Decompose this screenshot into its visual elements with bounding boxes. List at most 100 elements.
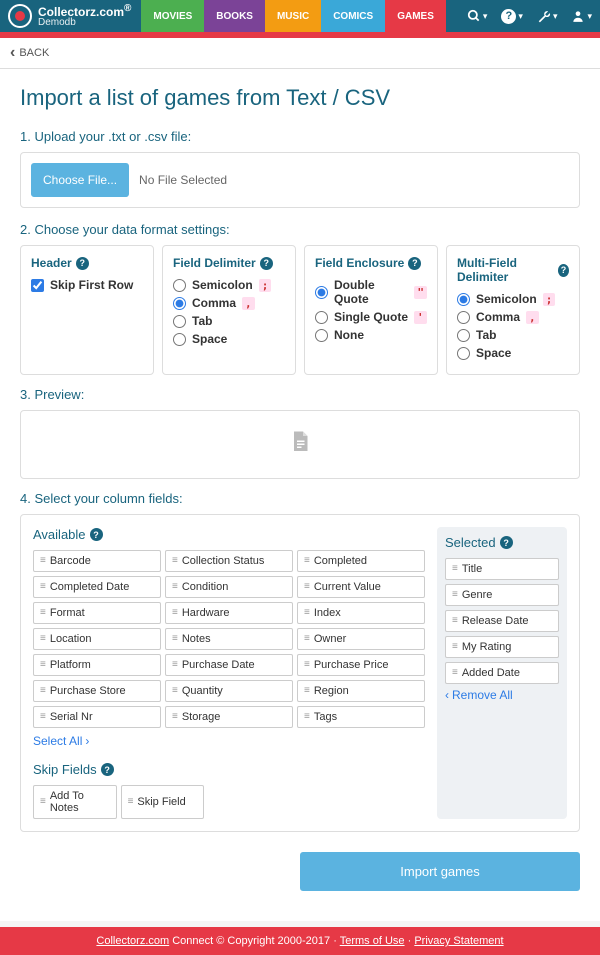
drag-handle-icon: ≡ [304, 686, 310, 696]
drag-handle-icon: ≡ [452, 564, 458, 574]
step3-title: 3. Preview: [20, 387, 580, 402]
field-collection-status[interactable]: ≡Collection Status [165, 550, 293, 572]
column-fields-panel: Available? ≡Barcode≡Collection Status≡Co… [20, 514, 580, 832]
field-barcode[interactable]: ≡Barcode [33, 550, 161, 572]
field-format[interactable]: ≡Format [33, 602, 161, 624]
help-icon[interactable]: ?▾ [501, 9, 523, 24]
help-icon[interactable]: ? [260, 257, 273, 270]
drag-handle-icon: ≡ [40, 582, 46, 592]
drag-handle-icon: ≡ [40, 556, 46, 566]
tab-games[interactable]: GAMES [385, 0, 446, 32]
back-button[interactable]: ‹ BACK [0, 38, 600, 69]
top-bar: Collectorz.com® Demodb MOVIES BOOKS MUSI… [0, 0, 600, 32]
chevron-left-icon: ‹ [445, 688, 449, 702]
field-title[interactable]: ≡Title [445, 558, 559, 580]
back-label: BACK [19, 47, 49, 59]
drag-handle-icon: ≡ [128, 797, 134, 807]
logo-icon [8, 4, 32, 28]
field-current-value[interactable]: ≡Current Value [297, 576, 425, 598]
field-owner[interactable]: ≡Owner [297, 628, 425, 650]
privacy-link[interactable]: Privacy Statement [414, 935, 503, 947]
footer-brand-link[interactable]: Collectorz.com [96, 935, 169, 947]
field-purchase-date[interactable]: ≡Purchase Date [165, 654, 293, 676]
nav-tabs: MOVIES BOOKS MUSIC COMICS GAMES [141, 0, 445, 32]
help-icon[interactable]: ? [101, 763, 114, 776]
field-region[interactable]: ≡Region [297, 680, 425, 702]
chevron-left-icon: ‹ [10, 44, 15, 62]
help-icon[interactable]: ? [408, 257, 421, 270]
field-delimiter-box: Field Delimiter? Semicolon ;Comma ,TabSp… [162, 245, 296, 375]
drag-handle-icon: ≡ [172, 634, 178, 644]
preview-panel [20, 410, 580, 479]
select-all-link[interactable]: Select All › [33, 734, 425, 748]
help-icon[interactable]: ? [500, 536, 513, 549]
help-icon[interactable]: ? [558, 264, 569, 277]
drag-handle-icon: ≡ [172, 608, 178, 618]
field-added-date[interactable]: ≡Added Date [445, 662, 559, 684]
drag-handle-icon: ≡ [40, 686, 46, 696]
radio-space[interactable]: Space [173, 332, 285, 346]
drag-handle-icon: ≡ [172, 582, 178, 592]
radio-comma[interactable]: Comma , [173, 296, 285, 310]
drag-handle-icon: ≡ [304, 608, 310, 618]
import-button[interactable]: Import games [300, 852, 580, 891]
field-add-to-notes[interactable]: ≡Add To Notes [33, 785, 117, 819]
radio-tab[interactable]: Tab [457, 328, 569, 342]
drag-handle-icon: ≡ [40, 712, 46, 722]
drag-handle-icon: ≡ [172, 686, 178, 696]
radio-tab[interactable]: Tab [173, 314, 285, 328]
user-icon[interactable]: ▾ [571, 9, 592, 23]
step4-title: 4. Select your column fields: [20, 491, 580, 506]
help-icon[interactable]: ? [76, 257, 89, 270]
tab-movies[interactable]: MOVIES [141, 0, 204, 32]
brand-logo[interactable]: Collectorz.com® Demodb [8, 4, 131, 28]
field-my-rating[interactable]: ≡My Rating [445, 636, 559, 658]
skip-first-row-checkbox[interactable]: Skip First Row [31, 278, 143, 292]
choose-file-button[interactable]: Choose File... [31, 163, 129, 197]
radio-double-quote[interactable]: Double Quote " [315, 278, 427, 306]
radio-comma[interactable]: Comma , [457, 310, 569, 324]
field-notes[interactable]: ≡Notes [165, 628, 293, 650]
tools-icon[interactable]: ▾ [537, 9, 558, 23]
field-completed[interactable]: ≡Completed [297, 550, 425, 572]
field-tags[interactable]: ≡Tags [297, 706, 425, 728]
radio-space[interactable]: Space [457, 346, 569, 360]
field-skip-field[interactable]: ≡Skip Field [121, 785, 205, 819]
field-location[interactable]: ≡Location [33, 628, 161, 650]
radio-single-quote[interactable]: Single Quote ' [315, 310, 427, 324]
field-purchase-price[interactable]: ≡Purchase Price [297, 654, 425, 676]
radio-semicolon[interactable]: Semicolon ; [457, 292, 569, 306]
field-completed-date[interactable]: ≡Completed Date [33, 576, 161, 598]
field-hardware[interactable]: ≡Hardware [165, 602, 293, 624]
tab-books[interactable]: BOOKS [204, 0, 265, 32]
drag-handle-icon: ≡ [452, 642, 458, 652]
terms-link[interactable]: Terms of Use [340, 935, 405, 947]
field-release-date[interactable]: ≡Release Date [445, 610, 559, 632]
step1-title: 1. Upload your .txt or .csv file: [20, 129, 580, 144]
field-serial-nr[interactable]: ≡Serial Nr [33, 706, 161, 728]
tab-music[interactable]: MUSIC [265, 0, 321, 32]
drag-handle-icon: ≡ [40, 797, 46, 807]
field-genre[interactable]: ≡Genre [445, 584, 559, 606]
field-index[interactable]: ≡Index [297, 602, 425, 624]
field-purchase-store[interactable]: ≡Purchase Store [33, 680, 161, 702]
tab-comics[interactable]: COMICS [321, 0, 385, 32]
drag-handle-icon: ≡ [172, 556, 178, 566]
radio-semicolon[interactable]: Semicolon ; [173, 278, 285, 292]
page-title: Import a list of games from Text / CSV [20, 85, 580, 111]
search-icon[interactable]: ▾ [467, 9, 488, 23]
drag-handle-icon: ≡ [452, 616, 458, 626]
field-quantity[interactable]: ≡Quantity [165, 680, 293, 702]
help-icon[interactable]: ? [90, 528, 103, 541]
file-status: No File Selected [139, 173, 227, 187]
selected-box: Selected? ≡Title≡Genre≡Release Date≡My R… [437, 527, 567, 819]
drag-handle-icon: ≡ [304, 660, 310, 670]
field-platform[interactable]: ≡Platform [33, 654, 161, 676]
document-icon [291, 431, 309, 453]
remove-all-link[interactable]: ‹ Remove All [445, 688, 559, 702]
field-storage[interactable]: ≡Storage [165, 706, 293, 728]
field-condition[interactable]: ≡Condition [165, 576, 293, 598]
radio-none[interactable]: None [315, 328, 427, 342]
footer: Collectorz.com Connect © Copyright 2000-… [0, 927, 600, 955]
drag-handle-icon: ≡ [452, 668, 458, 678]
